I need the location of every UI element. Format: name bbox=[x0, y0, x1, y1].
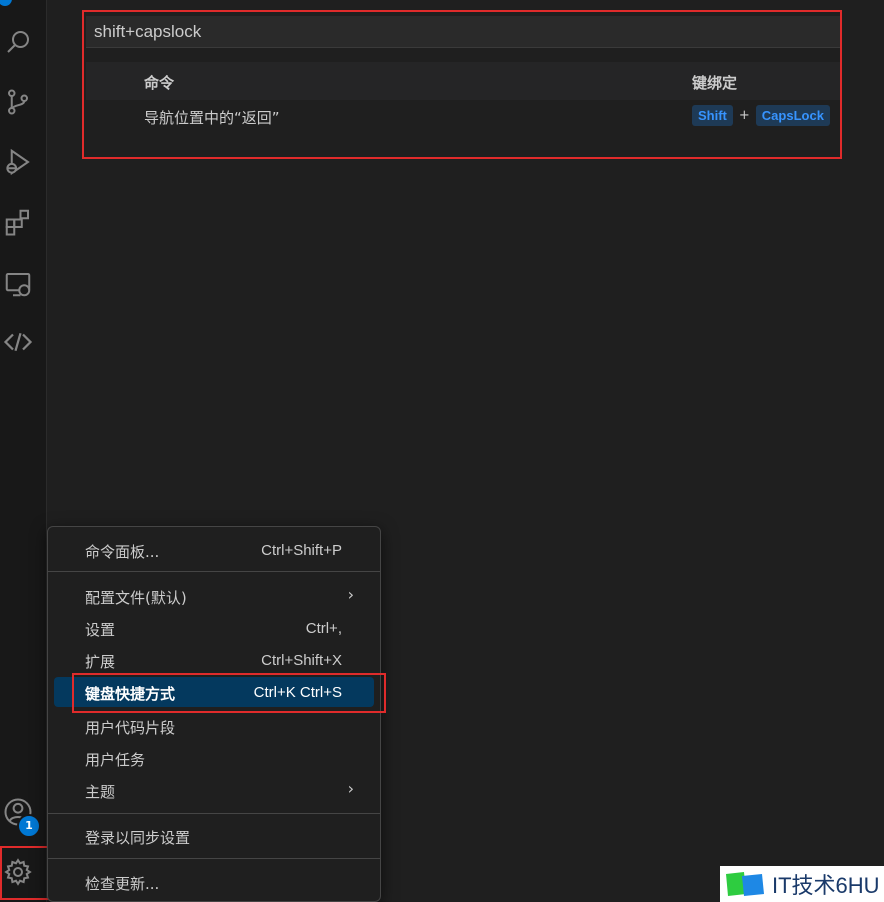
menu-separator bbox=[48, 571, 380, 572]
key-separator: + bbox=[738, 108, 750, 123]
keycap-shift: Shift bbox=[692, 105, 733, 126]
manage-gear-icon[interactable] bbox=[0, 854, 36, 890]
run-debug-icon[interactable] bbox=[0, 144, 36, 180]
command-label: 导航位置中的“返回” bbox=[144, 109, 280, 127]
source-control-icon[interactable] bbox=[0, 84, 36, 120]
extensions-icon[interactable] bbox=[0, 204, 36, 240]
menu-item-profiles[interactable]: 配置文件(默认) › bbox=[54, 581, 374, 611]
code-share-icon[interactable] bbox=[0, 324, 36, 360]
menu-item-user-tasks[interactable]: 用户任务 bbox=[54, 743, 374, 773]
notification-badge bbox=[0, 0, 12, 6]
chevron-right-icon: › bbox=[347, 585, 354, 604]
chevron-right-icon: › bbox=[347, 779, 354, 798]
watermark-text: IT技术6HU bbox=[772, 873, 880, 898]
watermark: IT技术6HU bbox=[720, 866, 884, 902]
menu-item-user-snippets[interactable]: 用户代码片段 bbox=[54, 711, 374, 741]
keybinding-search-input[interactable]: shift+capslock bbox=[86, 16, 840, 48]
menu-item-settings[interactable]: 设置 Ctrl+, bbox=[54, 613, 374, 643]
watermark-logo-icon bbox=[724, 870, 766, 898]
column-header-keybinding: 键绑定 bbox=[692, 74, 738, 92]
account-badge: 1 bbox=[17, 814, 41, 838]
keybinding-keys: Shift + CapsLock bbox=[692, 105, 830, 126]
column-header-command: 命令 bbox=[144, 74, 175, 92]
menu-item-check-updates[interactable]: 检查更新... bbox=[54, 867, 374, 897]
activity-bar: 1 bbox=[0, 0, 47, 902]
menu-item-extensions[interactable]: 扩展 Ctrl+Shift+X bbox=[54, 645, 374, 675]
menu-separator bbox=[48, 813, 380, 814]
menu-item-keyboard-shortcuts[interactable]: 键盘快捷方式 Ctrl+K Ctrl+S bbox=[54, 677, 374, 707]
keybindings-table-header: 命令 键绑定 bbox=[86, 62, 840, 100]
menu-item-themes[interactable]: 主题 › bbox=[54, 775, 374, 805]
menu-separator bbox=[48, 858, 380, 859]
remote-explorer-icon[interactable] bbox=[0, 266, 36, 302]
keycap-capslock: CapsLock bbox=[755, 105, 830, 126]
menu-item-command-palette[interactable]: 命令面板... Ctrl+Shift+P bbox=[54, 535, 374, 565]
table-row[interactable]: 导航位置中的“返回” Shift + CapsLock bbox=[86, 102, 840, 132]
manage-context-menu: 命令面板... Ctrl+Shift+P 配置文件(默认) › 设置 Ctrl+… bbox=[47, 526, 381, 902]
menu-item-sign-in-sync[interactable]: 登录以同步设置 bbox=[54, 821, 374, 851]
search-icon[interactable] bbox=[0, 24, 36, 60]
